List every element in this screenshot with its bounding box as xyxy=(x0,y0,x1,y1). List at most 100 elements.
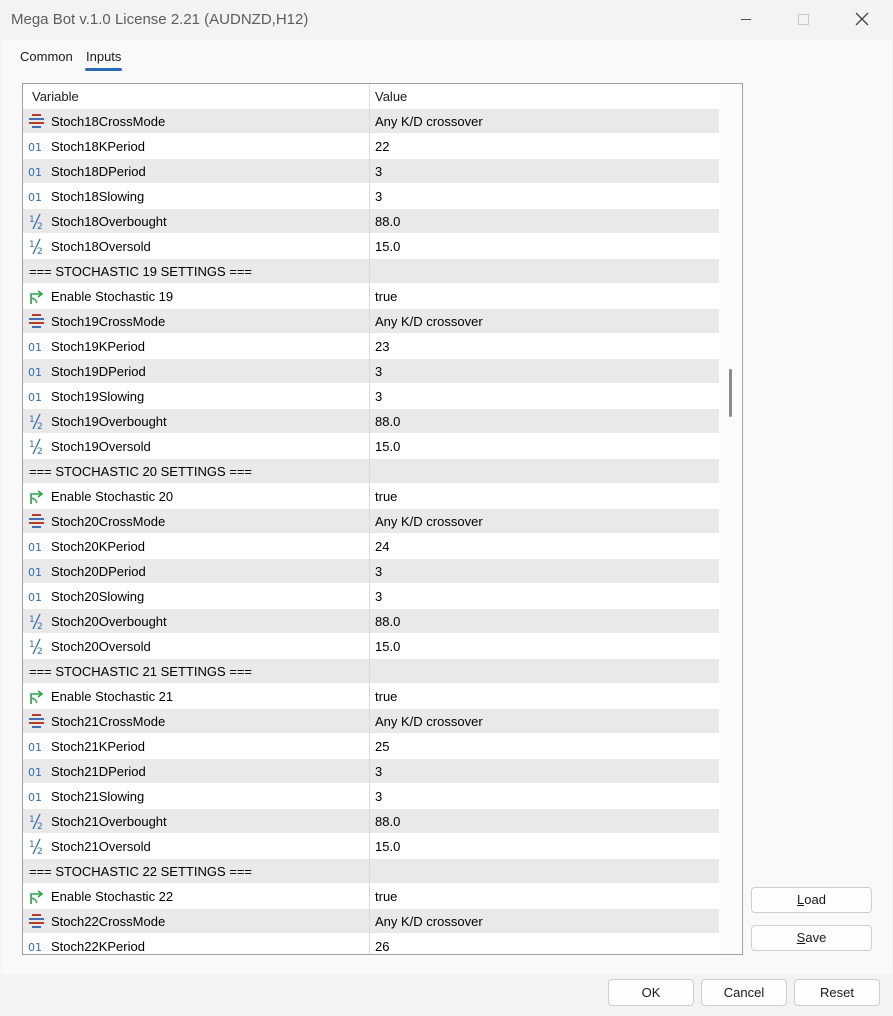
integer-01-icon: 01 xyxy=(28,388,45,405)
scrollbar-thumb[interactable] xyxy=(729,369,732,417)
value-cell[interactable]: 26 xyxy=(370,934,719,954)
input-row[interactable]: 1 2 Stoch18Overbought 88.0 xyxy=(23,209,719,234)
input-row[interactable]: Enable Stochastic 19 true xyxy=(23,284,719,309)
section-row[interactable]: === STOCHASTIC 20 SETTINGS === xyxy=(23,459,719,484)
value-cell[interactable]: true xyxy=(370,484,719,509)
variable-cell: 1 2 Stoch20Overbought xyxy=(23,609,370,634)
svg-text:1: 1 xyxy=(29,840,35,850)
input-row[interactable]: 1 2 Stoch20Oversold 15.0 xyxy=(23,634,719,659)
input-row[interactable]: 1 2 Stoch21Overbought 88.0 xyxy=(23,809,719,834)
maximize-button[interactable] xyxy=(774,0,832,38)
load-button[interactable]: Load xyxy=(751,887,872,913)
value-cell[interactable]: 88.0 xyxy=(370,209,719,234)
input-row[interactable]: 01 Stoch19Slowing 3 xyxy=(23,384,719,409)
value-cell[interactable]: true xyxy=(370,284,719,309)
integer-01-icon: 01 xyxy=(28,788,45,805)
input-row[interactable]: 01 Stoch20KPeriod 24 xyxy=(23,534,719,559)
value-cell[interactable]: 22 xyxy=(370,134,719,159)
variable-name: Enable Stochastic 21 xyxy=(51,689,174,704)
input-row[interactable]: 01 Stoch18Slowing 3 xyxy=(23,184,719,209)
value-cell[interactable]: Any K/D crossover xyxy=(370,709,719,734)
value-cell[interactable]: 88.0 xyxy=(370,609,719,634)
variable-cell: === STOCHASTIC 21 SETTINGS === xyxy=(23,659,370,684)
value-cell[interactable]: 3 xyxy=(370,759,719,784)
input-row[interactable]: 01 Stoch18KPeriod 22 xyxy=(23,134,719,159)
input-row[interactable]: 1 2 Stoch19Oversold 15.0 xyxy=(23,434,719,459)
value-cell[interactable]: 25 xyxy=(370,734,719,759)
value-cell[interactable]: 3 xyxy=(370,184,719,209)
variable-cell: 01 Stoch20Slowing xyxy=(23,584,370,609)
value-cell[interactable]: 15.0 xyxy=(370,234,719,259)
input-row[interactable]: 01 Stoch22KPeriod 26 xyxy=(23,934,719,954)
input-row[interactable]: Enable Stochastic 22 true xyxy=(23,884,719,909)
value-cell[interactable]: Any K/D crossover xyxy=(370,909,719,934)
value-cell xyxy=(370,859,719,884)
input-row[interactable]: 01 Stoch20DPeriod 3 xyxy=(23,559,719,584)
input-row[interactable]: 1 2 Stoch20Overbought 88.0 xyxy=(23,609,719,634)
input-row[interactable]: 01 Stoch18DPeriod 3 xyxy=(23,159,719,184)
value-cell[interactable]: 24 xyxy=(370,534,719,559)
inputs-grid[interactable]: Variable Value Stoch18CrossMode Any K/D c… xyxy=(22,83,743,955)
tab-common[interactable]: Common xyxy=(12,47,81,66)
value-cell[interactable]: Any K/D crossover xyxy=(370,309,719,334)
svg-text:2: 2 xyxy=(37,847,43,855)
input-row[interactable]: 01 Stoch21KPeriod 25 xyxy=(23,734,719,759)
value-cell[interactable]: 3 xyxy=(370,584,719,609)
tab-inputs[interactable]: Inputs xyxy=(78,47,129,66)
value-cell[interactable]: 3 xyxy=(370,359,719,384)
variable-cell: 01 Stoch21Slowing xyxy=(23,784,370,809)
input-row[interactable]: Stoch19CrossMode Any K/D crossover xyxy=(23,309,719,334)
value-cell xyxy=(370,459,719,484)
value-cell[interactable]: 3 xyxy=(370,384,719,409)
input-row[interactable]: 1 2 Stoch18Oversold 15.0 xyxy=(23,234,719,259)
variable-name: Enable Stochastic 20 xyxy=(51,489,174,504)
value-cell[interactable]: 23 xyxy=(370,334,719,359)
input-row[interactable]: Enable Stochastic 21 true xyxy=(23,684,719,709)
variable-cell: 01 Stoch21DPeriod xyxy=(23,759,370,784)
input-row[interactable]: 01 Stoch19KPeriod 23 xyxy=(23,334,719,359)
input-row[interactable]: 01 Stoch20Slowing 3 xyxy=(23,584,719,609)
column-header-value[interactable]: Value xyxy=(370,84,719,109)
reset-button[interactable]: Reset xyxy=(794,979,880,1006)
svg-text:01: 01 xyxy=(28,941,42,954)
input-row[interactable]: 1 2 Stoch21Oversold 15.0 xyxy=(23,834,719,859)
cancel-button[interactable]: Cancel xyxy=(701,979,787,1006)
input-row[interactable]: 01 Stoch19DPeriod 3 xyxy=(23,359,719,384)
vertical-scrollbar[interactable] xyxy=(720,84,741,954)
section-row[interactable]: === STOCHASTIC 19 SETTINGS === xyxy=(23,259,719,284)
close-button[interactable] xyxy=(833,0,891,38)
input-row[interactable]: Enable Stochastic 20 true xyxy=(23,484,719,509)
value-cell[interactable]: Any K/D crossover xyxy=(370,109,719,134)
value-cell[interactable]: 15.0 xyxy=(370,434,719,459)
section-row[interactable]: === STOCHASTIC 22 SETTINGS === xyxy=(23,859,719,884)
input-row[interactable]: 01 Stoch21DPeriod 3 xyxy=(23,759,719,784)
input-row[interactable]: 1 2 Stoch19Overbought 88.0 xyxy=(23,409,719,434)
svg-text:1: 1 xyxy=(29,815,35,825)
variable-name: Stoch21Slowing xyxy=(51,789,145,804)
value-cell[interactable]: true xyxy=(370,884,719,909)
svg-text:01: 01 xyxy=(28,591,42,604)
value-cell[interactable]: true xyxy=(370,684,719,709)
input-row[interactable]: Stoch22CrossMode Any K/D crossover xyxy=(23,909,719,934)
ok-button[interactable]: OK xyxy=(608,979,694,1006)
value-cell[interactable]: 88.0 xyxy=(370,409,719,434)
value-cell[interactable]: 3 xyxy=(370,159,719,184)
section-row[interactable]: === STOCHASTIC 21 SETTINGS === xyxy=(23,659,719,684)
input-row[interactable]: Stoch21CrossMode Any K/D crossover xyxy=(23,709,719,734)
value-cell[interactable]: 3 xyxy=(370,784,719,809)
value-cell[interactable]: 3 xyxy=(370,559,719,584)
input-row[interactable]: 01 Stoch21Slowing 3 xyxy=(23,784,719,809)
value-cell[interactable]: 15.0 xyxy=(370,834,719,859)
value-cell[interactable]: 88.0 xyxy=(370,809,719,834)
enum-list-icon xyxy=(28,513,45,530)
value-cell[interactable]: Any K/D crossover xyxy=(370,509,719,534)
value-cell[interactable]: 15.0 xyxy=(370,634,719,659)
minimize-button[interactable] xyxy=(717,0,775,38)
column-header-variable[interactable]: Variable xyxy=(23,84,370,109)
load-button-label: oad xyxy=(804,892,826,907)
svg-text:01: 01 xyxy=(28,791,42,804)
input-row[interactable]: Stoch20CrossMode Any K/D crossover xyxy=(23,509,719,534)
variable-cell: 1 2 Stoch21Oversold xyxy=(23,834,370,859)
save-button[interactable]: Save xyxy=(751,925,872,951)
input-row[interactable]: Stoch18CrossMode Any K/D crossover xyxy=(23,109,719,134)
